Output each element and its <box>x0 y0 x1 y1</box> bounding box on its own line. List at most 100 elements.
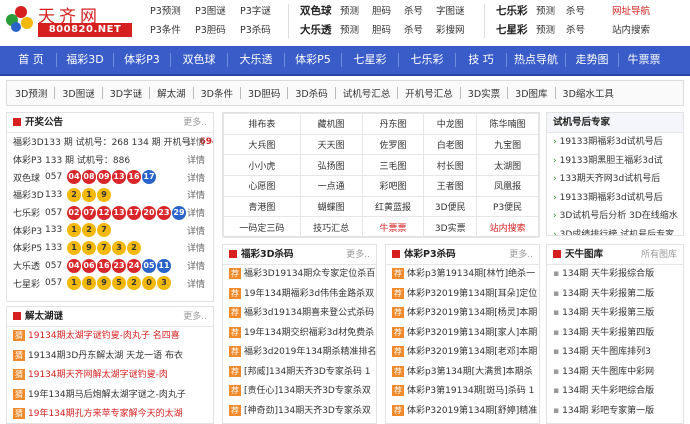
grid-link[interactable]: 站内搜索 <box>476 216 539 239</box>
details-link[interactable]: 详情 <box>187 188 205 201</box>
site-search-link[interactable]: 站内搜索 <box>612 21 650 40</box>
grid-link[interactable]: 技巧汇总 <box>299 216 363 239</box>
lottery-name[interactable]: 大乐透 <box>13 259 45 272</box>
details-link[interactable]: 详情 <box>187 153 205 166</box>
expert-item[interactable]: › 19133期黑胆王福彩3d试 <box>547 152 683 171</box>
header-link[interactable]: 彩搜网 <box>436 21 476 40</box>
nav-item[interactable]: 体彩P3 <box>114 46 170 74</box>
article-link[interactable]: 19年134期交织福彩3d材免费杀 <box>244 328 374 338</box>
article-item[interactable]: 荐体彩P3第19134期[斑马]杀码 1 <box>386 382 539 402</box>
nav-item[interactable]: 大乐透 <box>228 46 284 74</box>
header-link[interactable]: 预测 <box>536 2 566 21</box>
grid-link[interactable]: 太湖图 <box>476 154 539 177</box>
expert-link[interactable]: 19133期黑胆王福彩3d试 <box>560 156 663 166</box>
riddle-link[interactable]: 19年134期孔方来苹专家解今天的太湖 <box>28 409 183 419</box>
gallery-link[interactable]: 134期 天牛图库排列3 <box>562 347 651 357</box>
gallery-link[interactable]: 134期 天牛彩报综合版 <box>562 269 654 279</box>
subnav-item[interactable]: 3D预测 <box>15 86 47 100</box>
expert-item[interactable]: › 3D试机号后分析 3D在线缩水 <box>547 207 683 226</box>
grid-link[interactable]: 一码定三码 <box>223 216 301 239</box>
gallery-link[interactable]: 134期 彩吧专家第一版 <box>562 406 654 416</box>
article-link[interactable]: 体彩P32019第134期[耳朵]定位 <box>407 289 537 299</box>
gallery-item[interactable]: ▪ 134期 天牛图库中彩网 <box>547 363 683 383</box>
grid-link[interactable]: 白老图 <box>423 133 478 156</box>
grid-link[interactable]: 中龙图 <box>423 113 478 135</box>
grid-link[interactable]: 心愿图 <box>223 175 301 197</box>
header-link[interactable]: 预测 <box>340 2 372 21</box>
nav-item[interactable]: 走势图 <box>566 46 618 74</box>
grid-link[interactable]: 天天图 <box>299 133 363 156</box>
lottery-name[interactable]: 双色球 <box>13 171 45 184</box>
article-link[interactable]: [邦威]134期天齐3D专家杀码 1 <box>244 367 370 377</box>
details-link[interactable]: 详情 <box>187 171 205 184</box>
article-link[interactable]: 福彩3D19134期众专家定位杀百 <box>244 269 375 279</box>
nav-item[interactable]: 体彩P5 <box>285 46 341 74</box>
grid-link[interactable]: 佐罗图 <box>361 133 425 156</box>
expert-link[interactable]: 3D试机号后分析 3D在线缩水 <box>560 211 678 221</box>
gallery-link[interactable]: 134期 天牛图库中彩网 <box>562 367 654 377</box>
grid-link[interactable]: 弘扬图 <box>299 154 363 177</box>
gallery-item[interactable]: ▪ 134期 天牛图库排列3 <box>547 343 683 363</box>
article-item[interactable]: 荐体彩P32019第134期[家人]本期 <box>386 324 539 344</box>
article-item[interactable]: 荐 19年134期福彩3d伟伟金路杀双 <box>223 285 376 305</box>
header-link[interactable]: 字图谜 <box>436 2 476 21</box>
header-link[interactable]: P3字谜 <box>240 2 285 21</box>
subnav-item[interactable]: 开机号汇总 <box>405 86 453 100</box>
gallery-item[interactable]: ▪ 134期 天牛彩报第二版 <box>547 285 683 305</box>
header-link[interactable]: 杀号 <box>404 2 436 21</box>
grid-link[interactable]: 3D实票 <box>423 216 478 239</box>
details-link[interactable]: 详情 <box>187 224 205 237</box>
grid-link[interactable]: 九宝图 <box>476 133 539 156</box>
header-lottery-name[interactable]: 七星彩 <box>496 21 536 40</box>
grid-link[interactable]: 小小虎 <box>223 154 301 177</box>
article-link[interactable]: 体彩P3第19134期[斑马]杀码 1 <box>407 386 534 396</box>
article-link[interactable]: 体彩p3第19134期[林竹]绝杀一 <box>407 269 535 279</box>
grid-link[interactable]: 排布表 <box>223 113 301 135</box>
riddle-link[interactable]: 19134期3D丹东解太湖 天龙一语 布衣 <box>28 351 183 361</box>
gallery-item[interactable]: ▪ 134期 天牛彩吧综合版 <box>547 382 683 402</box>
article-link[interactable]: 体彩p3第134期[大满贯]本期杀 <box>407 367 533 377</box>
subnav-item[interactable]: 试机号汇总 <box>343 86 391 100</box>
riddle-item[interactable]: 猜 19134期3D丹东解太湖 天龙一语 布衣 <box>7 347 213 367</box>
article-link[interactable]: 体彩P32019第134期[舒婷]精准 <box>407 406 537 416</box>
expert-link[interactable]: 19133期福彩3d试机号后 <box>560 193 663 203</box>
grid-link[interactable]: 一点通 <box>299 175 363 197</box>
grid-link[interactable]: 青港图 <box>223 195 301 218</box>
nav-item[interactable]: 福彩3D <box>57 46 113 74</box>
details-link[interactable]: 详情 <box>187 259 205 272</box>
riddle-link[interactable]: 19134期天齐网解太湖字谜钓叟-肉 <box>28 370 168 380</box>
gallery-link[interactable]: 134期 天牛彩报第四版 <box>562 328 654 338</box>
article-item[interactable]: 荐 19年134期交织福彩3d材免费杀 <box>223 324 376 344</box>
nav-item[interactable]: 技 巧 <box>456 46 506 74</box>
nav-item[interactable]: 七乐彩 <box>399 46 455 74</box>
expert-item[interactable]: › 19133期福彩3d试机号后 <box>547 133 683 152</box>
header-link[interactable]: P3图谜 <box>195 2 240 21</box>
header-link[interactable]: 杀号 <box>566 21 612 40</box>
subnav-item[interactable]: 3D胆码 <box>248 86 280 100</box>
lottery-name[interactable]: 体彩P3 <box>13 224 45 237</box>
more-link[interactable]: 更多.. <box>183 113 207 133</box>
details-link[interactable]: 详情 <box>187 135 205 148</box>
article-item[interactable]: 荐体彩P32019第134期[耳朵]定位 <box>386 285 539 305</box>
subnav-item[interactable]: 3D图谜 <box>62 86 94 100</box>
nav-item[interactable]: 七星彩 <box>342 46 398 74</box>
details-link[interactable]: 详情 <box>187 277 205 290</box>
header-link[interactable]: 杀号 <box>404 21 436 40</box>
grid-link[interactable]: 红黄蓝报 <box>361 195 425 218</box>
header-lottery-name[interactable]: 双色球 <box>300 2 340 21</box>
gallery-item[interactable]: ▪ 134期 天牛彩报第三版 <box>547 304 683 324</box>
header-link[interactable]: 预测 <box>340 21 372 40</box>
header-link[interactable]: P3杀码 <box>240 21 285 40</box>
header-link[interactable]: P3条件 <box>150 21 195 40</box>
article-item[interactable]: 荐 [责任心]134期天齐3D专家杀双 <box>223 382 376 402</box>
article-link[interactable]: 福彩3d2019年134期杀精准排名 <box>244 347 376 357</box>
lottery-name[interactable]: 体彩P3 <box>13 153 45 166</box>
nav-item[interactable]: 首 页 <box>6 46 56 74</box>
gallery-item[interactable]: ▪ 134期 天牛彩报综合版 <box>547 265 683 285</box>
riddle-item[interactable]: 猜 19年134期孔方来苹专家解今天的太湖 <box>7 405 213 423</box>
expert-item[interactable]: › 19133期福彩3d试机号后 <box>547 189 683 208</box>
article-item[interactable]: 荐体彩p3第19134期[林竹]绝杀一 <box>386 265 539 285</box>
article-item[interactable]: 荐福彩3d2019年134期杀精准排名 <box>223 343 376 363</box>
site-nav-link[interactable]: 网址导航 <box>612 2 650 21</box>
header-link[interactable]: 预测 <box>536 21 566 40</box>
